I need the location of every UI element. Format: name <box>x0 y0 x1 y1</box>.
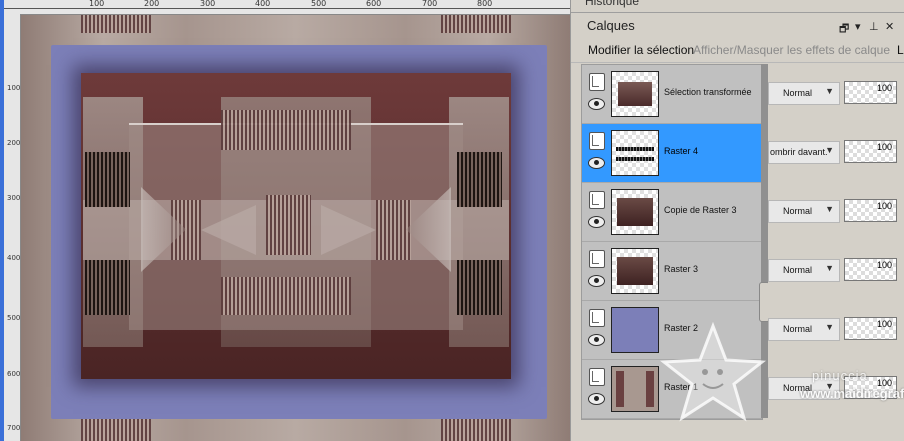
eye-icon[interactable] <box>588 334 605 346</box>
dropdown-arrow-icon: ▼ <box>825 322 834 332</box>
opacity-field[interactable]: 100 <box>844 317 897 340</box>
blend-mode-select[interactable]: Normal ▼ <box>768 318 840 341</box>
layer-type-icon <box>589 368 605 386</box>
eye-icon[interactable] <box>588 157 605 169</box>
dropdown-arrow-icon: ▼ <box>825 145 834 155</box>
layer-type-icon <box>589 73 605 91</box>
blend-row: Normal ▼ 100 <box>768 241 904 299</box>
star-logo-icon <box>659 322 767 422</box>
blend-mode-select[interactable]: Normal ▼ <box>768 200 840 223</box>
watermark: pinuccia www.maidiregrafica <box>640 322 904 441</box>
dropdown-arrow-icon: ▼ <box>825 263 834 273</box>
link-button[interactable]: Li <box>897 43 904 57</box>
eye-icon[interactable] <box>588 393 605 405</box>
ruler-label: 300 <box>7 194 21 202</box>
vertical-ruler: 100 200 300 400 500 600 700 <box>4 14 21 441</box>
layer-type-icon <box>589 309 605 327</box>
opacity-field[interactable]: 100 <box>844 81 897 104</box>
modify-selection-button[interactable]: Modifier la sélection <box>588 43 694 57</box>
blend-row: Normal ▼ 100 <box>768 64 904 122</box>
ruler-label: 500 <box>7 314 21 322</box>
toggle-layer-effects-button[interactable]: Afficher/Masquer les effets de calque <box>693 43 890 57</box>
dropdown-arrow-icon: ▼ <box>825 204 834 214</box>
ruler-label: 100 <box>89 0 105 8</box>
opacity-field[interactable]: 100 <box>844 199 897 222</box>
layer-thumbnail <box>611 189 659 235</box>
watermark-url: www.maidiregrafica <box>800 386 904 401</box>
layers-toolbar: Modifier la sélection Afficher/Masquer l… <box>571 38 904 63</box>
ruler-label: 600 <box>366 0 382 8</box>
layer-name: Raster 3 <box>664 264 699 274</box>
layer-type-icon <box>589 132 605 150</box>
ruler-label: 800 <box>477 0 493 8</box>
layer-type-icon <box>589 191 605 209</box>
opacity-field[interactable]: 100 <box>844 258 897 281</box>
layers-panel-header: Calques 🗗 ▾ ⊥ ✕ <box>571 14 904 38</box>
ruler-label: 700 <box>422 0 438 8</box>
layer-thumbnail <box>611 248 659 294</box>
opacity-field[interactable]: 100 <box>844 140 897 163</box>
ruler-label: 200 <box>144 0 160 8</box>
dropdown-arrow-icon: ▼ <box>825 86 834 96</box>
canvas-workspace[interactable]: 100 200 300 400 500 600 700 800 100 200 … <box>0 0 570 441</box>
blend-row: Normal ▼ 100 <box>768 182 904 240</box>
history-title: Historique <box>585 0 640 8</box>
chevron-down-icon[interactable]: ▾ <box>855 20 861 33</box>
close-icon[interactable]: ✕ <box>885 20 894 33</box>
ruler-label: 300 <box>200 0 216 8</box>
layer-row[interactable]: Sélection transformée <box>582 65 762 124</box>
layer-name: Sélection transformée <box>664 87 752 97</box>
layer-name: Raster 4 <box>664 146 699 156</box>
restore-icon[interactable]: 🗗 <box>839 20 849 39</box>
layer-name: Copie de Raster 3 <box>664 205 737 215</box>
ruler-label: 100 <box>7 84 21 92</box>
layer-thumbnail <box>611 130 659 176</box>
blend-mode-select[interactable]: Normal ▼ <box>768 82 840 105</box>
document-canvas[interactable] <box>21 15 570 441</box>
blend-mode-select[interactable]: ombrir davant. ▼ <box>768 141 840 164</box>
horizontal-ruler: 100 200 300 400 500 600 700 800 <box>4 0 570 15</box>
pin-icon[interactable]: ⊥ <box>869 20 879 33</box>
layer-row-selected[interactable]: Raster 4 <box>582 124 762 183</box>
eye-icon[interactable] <box>588 98 605 110</box>
ruler-label: 600 <box>7 370 21 378</box>
ruler-label: 400 <box>255 0 271 8</box>
ruler-label: 700 <box>7 424 21 432</box>
eye-icon[interactable] <box>588 275 605 287</box>
layer-type-icon <box>589 250 605 268</box>
ruler-label: 400 <box>7 254 21 262</box>
layer-row[interactable]: Copie de Raster 3 <box>582 183 762 242</box>
ruler-label: 500 <box>311 0 327 8</box>
layer-row[interactable]: Raster 3 <box>582 242 762 301</box>
blend-row: ombrir davant. ▼ 100 <box>768 123 904 181</box>
history-panel-header[interactable]: Historique <box>571 0 904 13</box>
layer-thumbnail <box>611 71 659 117</box>
eye-icon[interactable] <box>588 216 605 228</box>
watermark-name: pinuccia <box>812 368 868 383</box>
ruler-label: 200 <box>7 139 21 147</box>
layers-title: Calques <box>587 18 635 33</box>
blend-mode-select[interactable]: Normal ▼ <box>768 259 840 282</box>
